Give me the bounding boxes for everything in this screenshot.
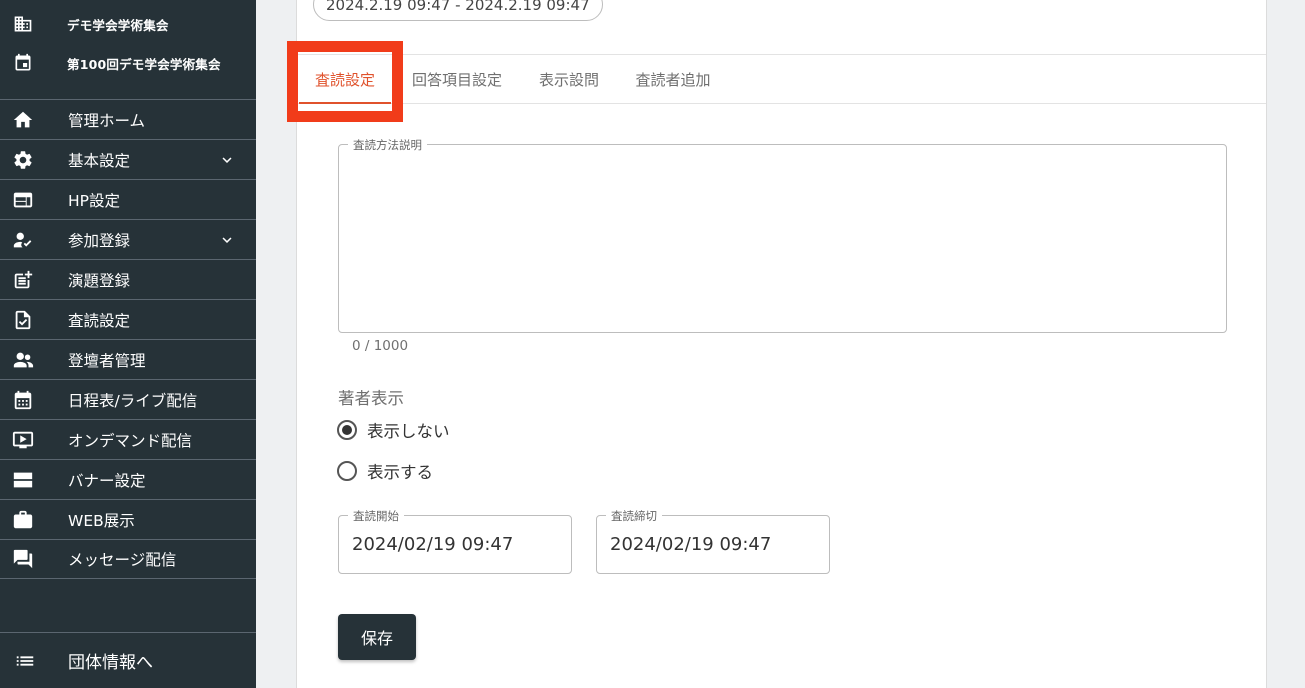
radio-unchecked-icon[interactable] bbox=[337, 461, 357, 481]
radio-hide-author[interactable]: 表示しない bbox=[337, 418, 450, 442]
field-label: 査読方法説明 bbox=[348, 137, 427, 153]
sidebar-item-label: 登壇者管理 bbox=[68, 351, 146, 370]
field-label: 査読締切 bbox=[606, 508, 662, 524]
speaker-group-icon bbox=[12, 349, 34, 371]
org-name-row[interactable]: デモ学会学術集会 bbox=[0, 5, 256, 43]
sidebar-item-label: 日程表/ライブ配信 bbox=[68, 391, 198, 410]
briefcase-icon bbox=[12, 509, 34, 531]
radio-label: 表示する bbox=[367, 463, 433, 482]
sidebar-nav: 管理ホーム 基本設定 HP設定 参加登録 演題登録 査読設定 登壇者管理 日程表… bbox=[0, 99, 256, 579]
sidebar-item-label: 演題登録 bbox=[68, 271, 131, 290]
sidebar-item-label: HP設定 bbox=[68, 191, 121, 210]
field-label: 査読開始 bbox=[348, 508, 404, 524]
sidebar-item-label: 団体情報へ bbox=[68, 653, 153, 673]
sidebar-item-label: バナー設定 bbox=[68, 471, 146, 490]
author-display-title: 著者表示 bbox=[338, 389, 404, 408]
annotation-highlight-box bbox=[287, 41, 403, 122]
chat-icon bbox=[12, 548, 34, 570]
radio-show-author[interactable]: 表示する bbox=[337, 459, 433, 483]
sidebar-item-label: 基本設定 bbox=[68, 151, 131, 170]
tab-label: 回答項目設定 bbox=[411, 71, 502, 89]
review-method-description-field[interactable]: 査読方法説明 bbox=[338, 137, 1227, 333]
tab-answer-items[interactable]: 回答項目設定 bbox=[393, 55, 521, 104]
tab-label: 査読者追加 bbox=[635, 71, 711, 89]
review-end-value: 2024/02/19 09:47 bbox=[610, 534, 772, 555]
web-window-icon bbox=[12, 189, 34, 211]
sidebar-item-on-demand[interactable]: オンデマンド配信 bbox=[0, 419, 256, 459]
sidebar-item-registration[interactable]: 参加登録 bbox=[0, 219, 256, 259]
sidebar-item-review-settings[interactable]: 査読設定 bbox=[0, 299, 256, 339]
monitor-play-icon bbox=[12, 429, 34, 451]
sidebar-item-label: WEB展示 bbox=[68, 511, 135, 530]
sidebar-item-organization-info[interactable]: 団体情報へ bbox=[0, 632, 256, 688]
calendar-icon bbox=[12, 389, 34, 411]
tab-label: 表示設問 bbox=[538, 71, 599, 89]
chevron-down-icon bbox=[222, 237, 232, 243]
chevron-down-icon bbox=[222, 157, 232, 163]
review-settings-card: 2024.2.19 09:47 - 2024.2.19 09:47 査読設定 回… bbox=[287, 0, 1267, 688]
sidebar-item-schedule[interactable]: 日程表/ライブ配信 bbox=[0, 379, 256, 419]
gear-icon bbox=[12, 149, 34, 171]
event-name: 第100回デモ学会学術集会 bbox=[67, 56, 221, 72]
review-start-field[interactable]: 査読開始 2024/02/19 09:47 bbox=[338, 508, 572, 574]
sidebar-item-label: メッセージ配信 bbox=[68, 551, 177, 569]
sidebar-item-web-exhibition[interactable]: WEB展示 bbox=[0, 499, 256, 539]
sidebar-item-banner-settings[interactable]: バナー設定 bbox=[0, 459, 256, 499]
sidebar-item-hp-settings[interactable]: HP設定 bbox=[0, 179, 256, 219]
sidebar-item-label: 査読設定 bbox=[68, 311, 131, 330]
radio-label: 表示しない bbox=[367, 422, 450, 441]
sidebar-item-messages[interactable]: メッセージ配信 bbox=[0, 539, 256, 579]
sidebar-item-abstract-registration[interactable]: 演題登録 bbox=[0, 259, 256, 299]
sidebar-item-label: オンデマンド配信 bbox=[68, 431, 193, 450]
banner-icon bbox=[12, 469, 34, 491]
review-start-value: 2024/02/19 09:47 bbox=[352, 534, 514, 555]
building-icon bbox=[13, 14, 33, 34]
person-check-icon bbox=[12, 229, 34, 251]
date-range-chip: 2024.2.19 09:47 - 2024.2.19 09:47 bbox=[313, 0, 603, 21]
tab-display-questions[interactable]: 表示設問 bbox=[521, 55, 617, 104]
event-name-row[interactable]: 第100回デモ学会学術集会 bbox=[0, 44, 256, 82]
document-check-icon bbox=[12, 309, 34, 331]
radio-checked-icon[interactable] bbox=[337, 420, 357, 440]
save-button[interactable]: 保存 bbox=[338, 614, 416, 660]
org-name: デモ学会学術集会 bbox=[67, 17, 169, 33]
tab-bar: 査読設定 回答項目設定 表示設問 査読者追加 bbox=[287, 41, 1266, 122]
review-end-field[interactable]: 査読締切 2024/02/19 09:47 bbox=[596, 508, 830, 574]
character-counter: 0 / 1000 bbox=[352, 338, 409, 354]
home-icon bbox=[12, 109, 34, 131]
sidebar-item-speakers[interactable]: 登壇者管理 bbox=[0, 339, 256, 379]
list-icon bbox=[14, 650, 36, 672]
event-calendar-icon bbox=[13, 53, 33, 73]
tab-review-settings[interactable]: 査読設定 bbox=[287, 41, 403, 122]
sidebar-item-label: 参加登録 bbox=[68, 231, 131, 250]
sidebar-item-basic-settings[interactable]: 基本設定 bbox=[0, 139, 256, 179]
tab-add-reviewer[interactable]: 査読者追加 bbox=[617, 55, 729, 104]
post-add-icon bbox=[12, 269, 34, 291]
sidebar-item-home[interactable]: 管理ホーム bbox=[0, 99, 256, 139]
sidebar: デモ学会学術集会 第100回デモ学会学術集会 管理ホーム 基本設定 HP設定 参… bbox=[0, 0, 256, 688]
sidebar-item-label: 管理ホーム bbox=[68, 111, 146, 130]
